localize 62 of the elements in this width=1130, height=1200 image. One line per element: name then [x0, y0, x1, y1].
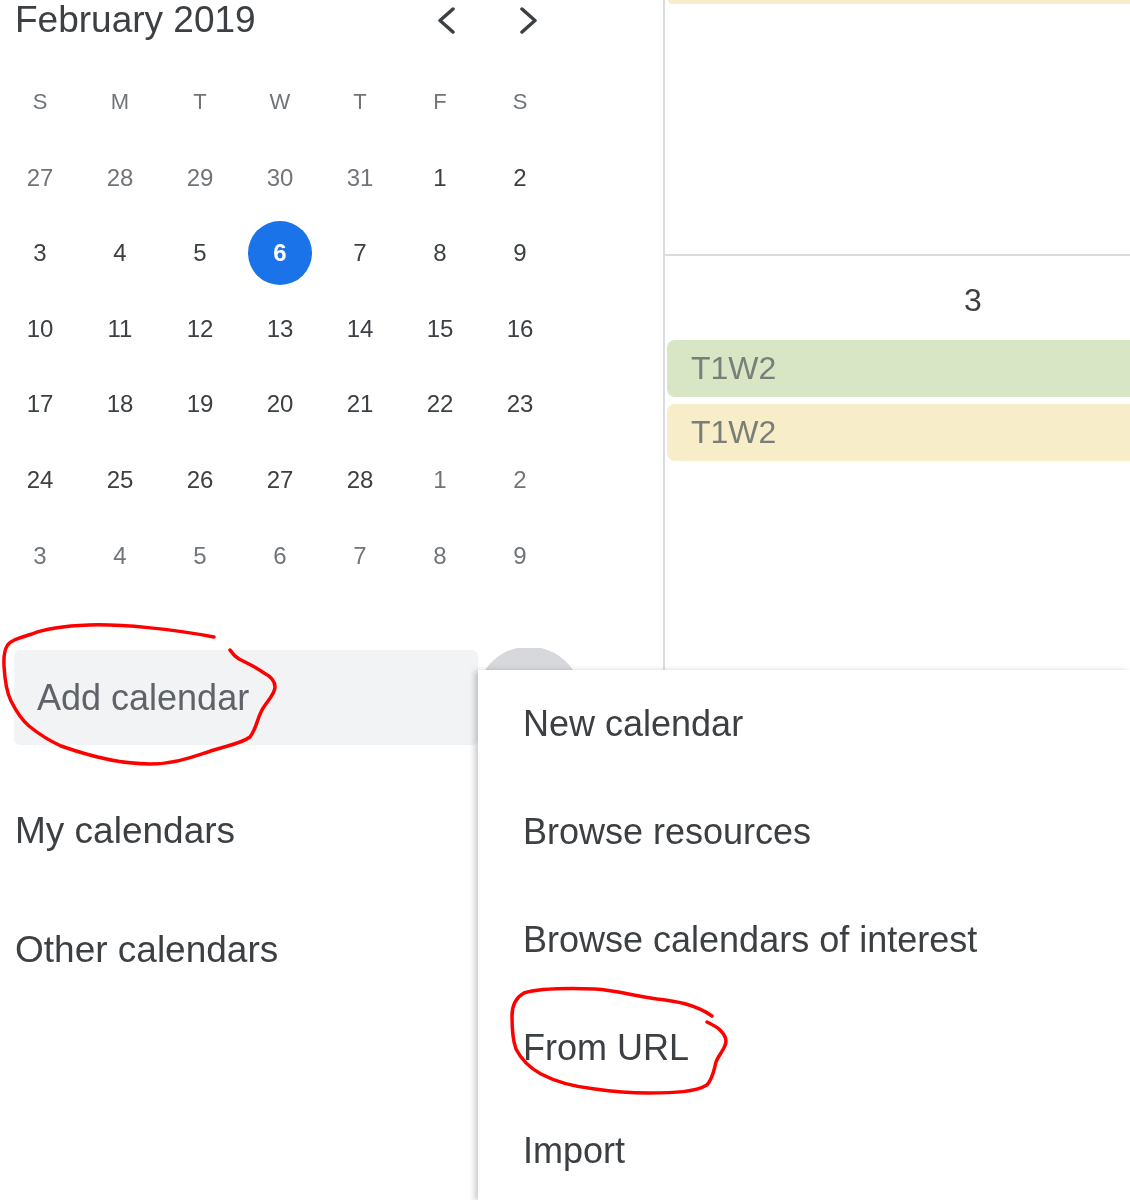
weekday-label: W	[269, 89, 291, 115]
calendar-day[interactable]: 7	[353, 541, 367, 570]
calendar-day[interactable]: 2	[513, 465, 527, 494]
section-heading: My calendars	[14, 809, 236, 854]
calendar-day[interactable]: 5	[193, 239, 207, 267]
weekday-label: F	[433, 89, 447, 115]
calendar-day[interactable]: 20	[266, 390, 294, 418]
add-calendar-field[interactable]: Add calendar	[14, 650, 478, 746]
calendar-day[interactable]: 16	[506, 314, 534, 343]
calendar-day[interactable]: 25	[106, 465, 134, 494]
event-chip[interactable]: T1W2	[667, 404, 1130, 461]
menu-item[interactable]: New calendar	[478, 670, 1130, 778]
calendar-day[interactable]: 22	[426, 390, 454, 418]
calendar-day[interactable]: 2	[513, 163, 527, 192]
weekday-label: T	[193, 89, 207, 115]
calendar-day[interactable]: 15	[426, 314, 454, 343]
calendar-day[interactable]: 3	[33, 541, 47, 570]
calendar-day[interactable]: 5	[193, 541, 207, 570]
calendar-day[interactable]: 6	[248, 221, 312, 285]
calendar-day[interactable]: 11	[107, 314, 133, 343]
calendar-day[interactable]: 18	[106, 390, 134, 418]
chevron-right-icon	[518, 6, 538, 34]
menu-item[interactable]: Browse calendars of interest	[478, 886, 1130, 994]
calendar-day[interactable]: 23	[506, 390, 534, 418]
calendar-day[interactable]: 9	[513, 239, 527, 267]
calendar-day[interactable]: 1	[433, 163, 447, 192]
section-heading: Other calendars	[14, 928, 279, 973]
calendar-day[interactable]: 31	[346, 163, 374, 192]
calendar-day[interactable]: 29	[186, 163, 214, 192]
weekday-label: M	[110, 89, 130, 115]
calendar-day[interactable]: 28	[346, 465, 374, 494]
calendar-day[interactable]: 21	[346, 390, 374, 418]
weekday-label: T	[353, 89, 367, 115]
calendar-day[interactable]: 27	[26, 163, 54, 192]
menu-item[interactable]: Browse resources	[478, 778, 1130, 886]
calendar-day[interactable]: 1	[433, 465, 447, 494]
calendar-day[interactable]: 30	[266, 163, 294, 192]
chevron-left-icon	[436, 6, 456, 34]
calendar-day[interactable]: 14	[346, 314, 374, 343]
calendar-day[interactable]: 12	[186, 314, 214, 343]
calendar-day[interactable]: 17	[26, 390, 54, 418]
weekday-label: S	[512, 89, 528, 115]
weekday-label: S	[32, 89, 48, 115]
calendar-day[interactable]: 27	[266, 465, 294, 494]
menu-item[interactable]: From URL	[478, 994, 1130, 1102]
day-number[interactable]: 3	[964, 282, 982, 318]
calendar-day[interactable]: 3	[33, 239, 47, 267]
menu-item[interactable]: Import	[478, 1102, 1130, 1200]
calendar-day[interactable]: 10	[26, 314, 54, 343]
calendar-day[interactable]: 7	[353, 239, 367, 267]
calendar-day[interactable]: 19	[186, 390, 214, 418]
calendar-day[interactable]: 8	[433, 239, 447, 267]
calendar-day[interactable]: 28	[106, 163, 134, 192]
calendar-day[interactable]: 4	[113, 541, 127, 570]
calendar-day[interactable]: 6	[273, 541, 287, 570]
month-title: February 2019	[15, 0, 256, 40]
calendar-day[interactable]: 13	[266, 314, 294, 343]
calendar-day[interactable]: 4	[113, 239, 127, 267]
calendar-day[interactable]: 26	[186, 465, 214, 494]
calendar-day[interactable]: 8	[433, 541, 447, 570]
calendar-day[interactable]: 24	[26, 465, 54, 494]
calendar-day[interactable]: 9	[513, 541, 527, 570]
